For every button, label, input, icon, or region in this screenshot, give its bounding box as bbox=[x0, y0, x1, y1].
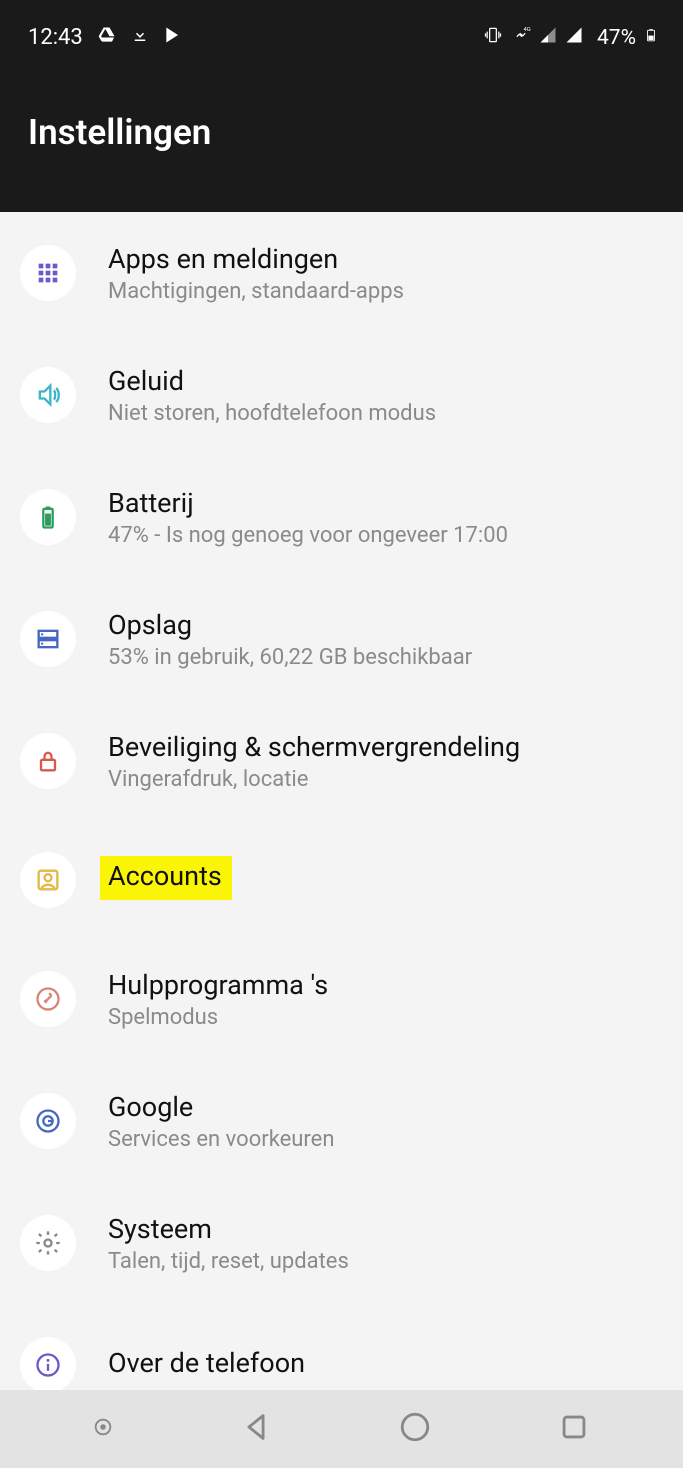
item-title: Hulpprogramma 's bbox=[108, 969, 663, 1001]
settings-item-google[interactable]: Google Services en voorkeuren bbox=[0, 1060, 683, 1182]
item-subtitle: 53% in gebruik, 60,22 GB beschikbaar bbox=[108, 645, 663, 670]
settings-item-battery[interactable]: Batterij 47% - Is nog genoeg voor ongeve… bbox=[0, 456, 683, 578]
lock-icon bbox=[20, 733, 76, 789]
item-title: Systeem bbox=[108, 1213, 663, 1245]
item-title: Over de telefoon bbox=[108, 1347, 663, 1379]
app-header: 12:43 4G+ 47% bbox=[0, 0, 683, 212]
settings-item-storage[interactable]: Opslag 53% in gebruik, 60,22 GB beschikb… bbox=[0, 578, 683, 700]
item-subtitle: Niet storen, hoofdtelefoon modus bbox=[108, 401, 663, 426]
item-title: Accounts bbox=[108, 856, 663, 900]
item-subtitle: Services en voorkeuren bbox=[108, 1127, 663, 1152]
settings-item-sound[interactable]: Geluid Niet storen, hoofdtelefoon modus bbox=[0, 334, 683, 456]
item-subtitle: Talen, tijd, reset, updates bbox=[108, 1249, 663, 1274]
item-subtitle: 47% - Is nog genoeg voor ongeveer 17:00 bbox=[108, 523, 663, 548]
person-icon bbox=[20, 852, 76, 908]
settings-list: Apps en meldingen Machtigingen, standaar… bbox=[0, 212, 683, 1426]
item-subtitle: Machtigingen, standaard-apps bbox=[108, 279, 663, 304]
info-icon bbox=[20, 1337, 76, 1393]
page-title: Instellingen bbox=[0, 60, 683, 153]
gear-icon bbox=[20, 1215, 76, 1271]
apps-icon bbox=[20, 245, 76, 301]
item-title: Beveiliging & schermvergrendeling bbox=[108, 731, 663, 763]
item-title: Google bbox=[108, 1091, 663, 1123]
google-icon bbox=[20, 1093, 76, 1149]
download-icon bbox=[131, 25, 149, 50]
settings-item-accounts[interactable]: Accounts bbox=[0, 822, 683, 938]
sound-icon bbox=[20, 367, 76, 423]
battery-icon bbox=[20, 489, 76, 545]
signal-icon-2 bbox=[565, 25, 583, 50]
settings-item-system[interactable]: Systeem Talen, tijd, reset, updates bbox=[0, 1182, 683, 1304]
vibrate-icon bbox=[483, 25, 503, 51]
nav-recent-button[interactable] bbox=[557, 1410, 591, 1448]
item-title: Geluid bbox=[108, 365, 663, 397]
item-title: Batterij bbox=[108, 487, 663, 519]
settings-item-security[interactable]: Beveiliging & schermvergrendeling Vinger… bbox=[0, 700, 683, 822]
nav-home-button[interactable] bbox=[398, 1410, 432, 1448]
nav-back-button[interactable] bbox=[239, 1410, 273, 1448]
play-store-icon bbox=[163, 25, 183, 51]
item-title: Opslag bbox=[108, 609, 663, 641]
settings-item-utilities[interactable]: Hulpprogramma 's Spelmodus bbox=[0, 938, 683, 1060]
utilities-icon bbox=[20, 971, 76, 1027]
drive-icon bbox=[97, 25, 117, 51]
storage-icon bbox=[20, 611, 76, 667]
navigation-bar bbox=[0, 1390, 683, 1468]
svg-text:4G+: 4G+ bbox=[524, 26, 532, 32]
battery-icon bbox=[644, 24, 658, 52]
signal-icon-1 bbox=[539, 25, 557, 50]
status-bar: 12:43 4G+ 47% bbox=[0, 0, 683, 60]
battery-percent: 47% bbox=[597, 26, 636, 50]
data-icon: 4G+ bbox=[511, 25, 531, 51]
nav-submenu-button[interactable] bbox=[92, 1416, 114, 1442]
item-subtitle: Vingerafdruk, locatie bbox=[108, 767, 663, 792]
settings-item-apps[interactable]: Apps en meldingen Machtigingen, standaar… bbox=[0, 212, 683, 334]
status-time: 12:43 bbox=[28, 25, 83, 50]
item-title: Apps en meldingen bbox=[108, 243, 663, 275]
item-subtitle: Spelmodus bbox=[108, 1005, 663, 1030]
